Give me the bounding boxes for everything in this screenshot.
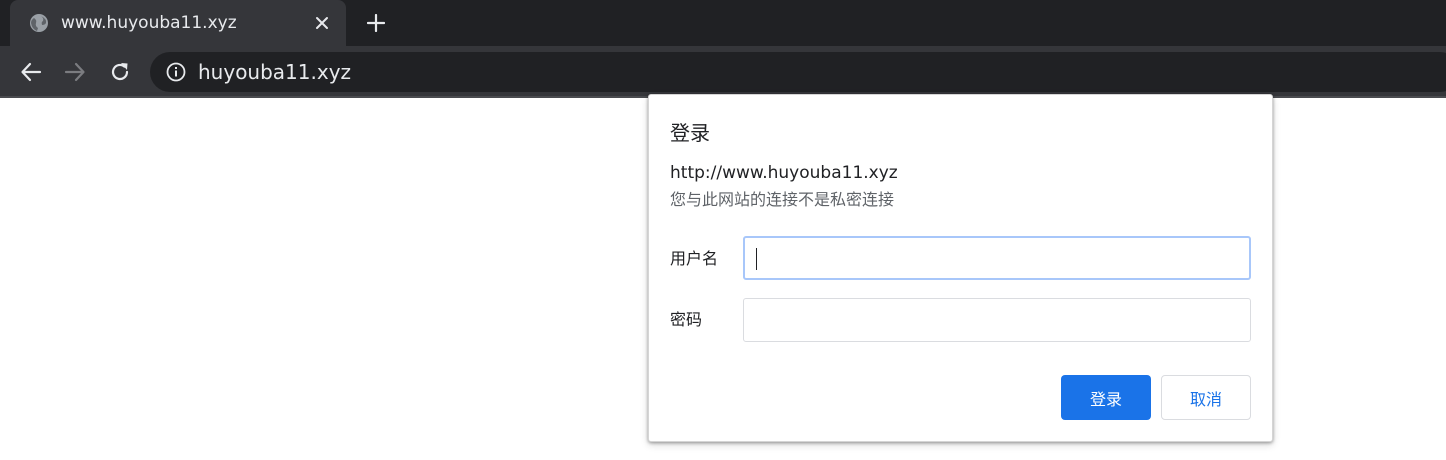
forward-arrow-icon[interactable] <box>62 59 88 85</box>
new-tab-icon[interactable] <box>364 11 388 35</box>
info-icon[interactable] <box>166 62 186 82</box>
username-label: 用户名 <box>670 249 719 268</box>
dialog-origin: http://www.huyouba11.xyz <box>670 163 898 183</box>
address-bar[interactable]: huyouba11.xyz <box>150 52 1446 92</box>
tab-strip: www.huyouba11.xyz <box>0 0 1446 46</box>
close-tab-icon[interactable] <box>312 13 332 33</box>
login-dialog: 登录 http://www.huyouba11.xyz 您与此网站的连接不是私密… <box>648 94 1273 442</box>
tab-title: www.huyouba11.xyz <box>61 13 237 33</box>
dialog-title: 登录 <box>670 121 710 145</box>
password-label: 密码 <box>670 310 703 329</box>
connection-warning: 您与此网站的连接不是私密连接 <box>670 190 895 209</box>
address-bar-url: huyouba11.xyz <box>198 60 352 84</box>
globe-icon <box>29 13 49 33</box>
password-input[interactable] <box>743 298 1251 342</box>
username-input[interactable] <box>743 236 1251 280</box>
cancel-button[interactable]: 取消 <box>1161 375 1251 420</box>
back-arrow-icon[interactable] <box>18 59 44 85</box>
text-caret <box>756 248 757 270</box>
browser-tab[interactable]: www.huyouba11.xyz <box>10 0 346 46</box>
reload-icon[interactable] <box>107 59 133 85</box>
browser-toolbar: huyouba11.xyz <box>0 46 1446 98</box>
login-button[interactable]: 登录 <box>1061 375 1151 420</box>
